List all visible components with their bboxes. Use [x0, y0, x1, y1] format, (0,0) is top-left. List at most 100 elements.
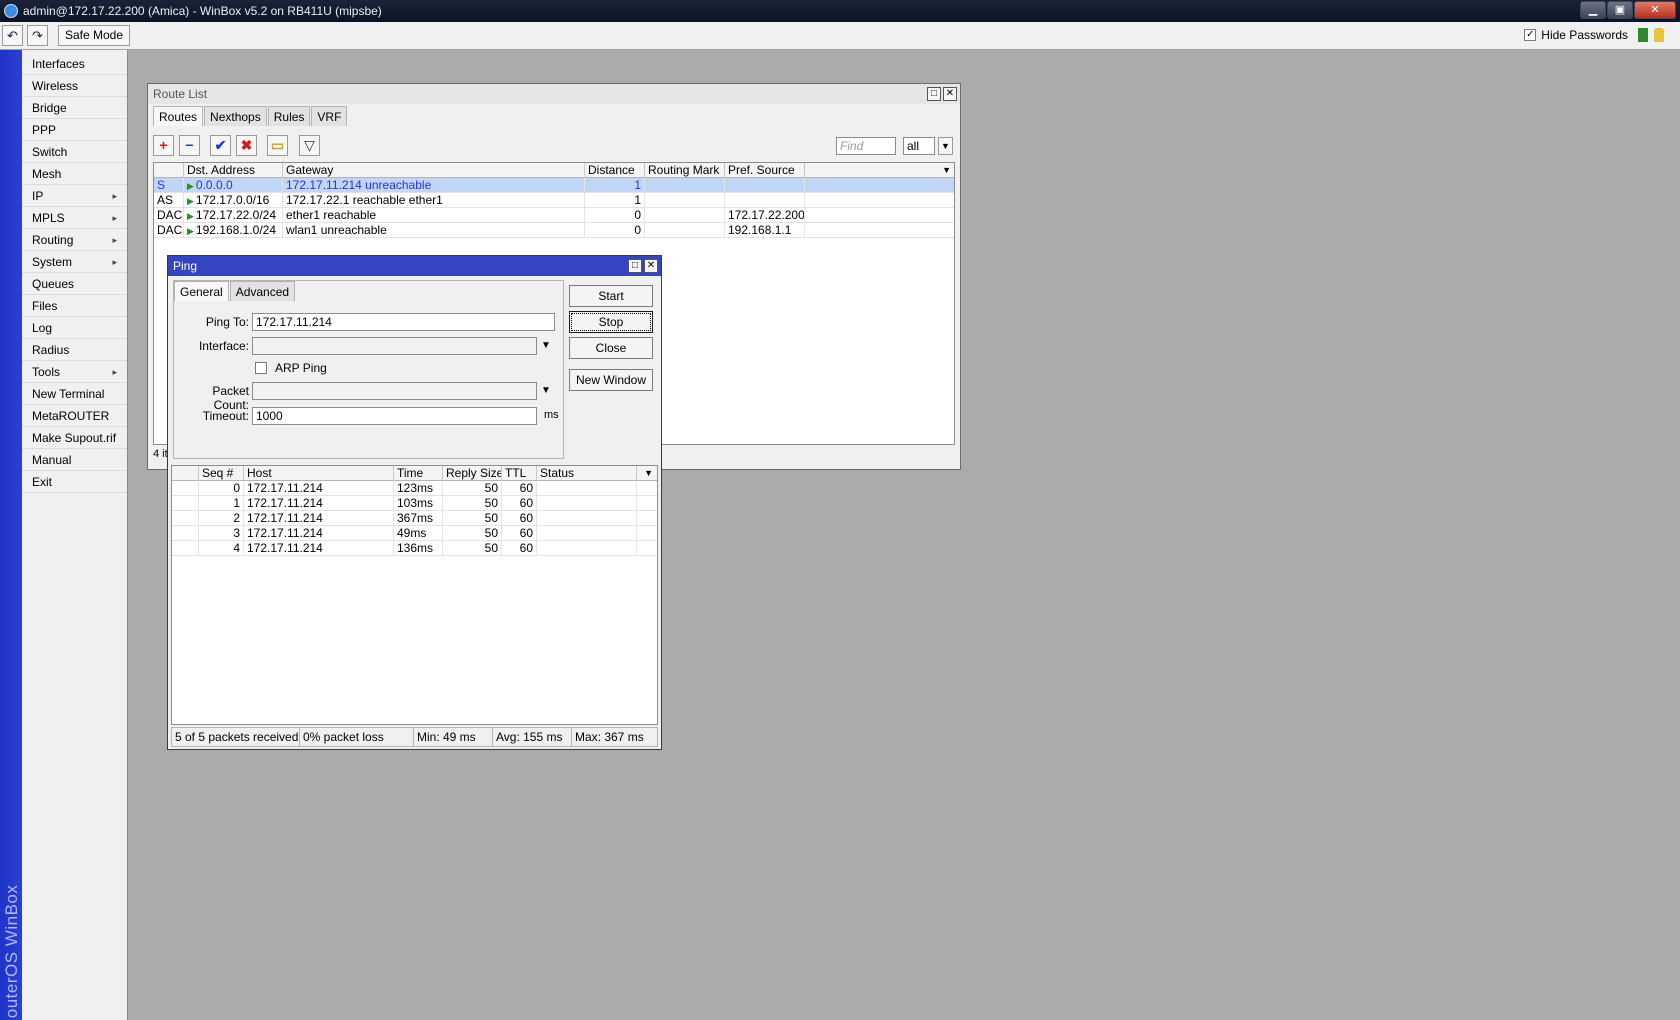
sidebar-item-ppp[interactable]: PPP: [22, 119, 127, 141]
col-status[interactable]: Status: [537, 466, 637, 481]
find-input[interactable]: Find: [836, 137, 896, 155]
ping-cell-host: 172.17.11.214: [244, 526, 394, 541]
ping-close-icon[interactable]: ✕: [644, 259, 658, 273]
sidebar-item-manual[interactable]: Manual: [22, 449, 127, 471]
interface-select[interactable]: [252, 337, 537, 355]
ping-maximize-icon[interactable]: □: [628, 259, 642, 273]
table-row[interactable]: AS ▶ 172.17.0.0/16 172.17.22.1 reachable et…: [154, 193, 954, 208]
route-cell-mark: [645, 193, 725, 208]
tab-nexthops[interactable]: Nexthops: [204, 106, 267, 126]
filter-select[interactable]: all: [903, 137, 935, 155]
sidebar-item-bridge[interactable]: Bridge: [22, 97, 127, 119]
new-window-button[interactable]: New Window: [569, 369, 653, 391]
sidebar-item-new-terminal[interactable]: New Terminal: [22, 383, 127, 405]
sidebar-item-switch[interactable]: Switch: [22, 141, 127, 163]
ping-result-row[interactable]: 0 172.17.11.214 123ms 50 60: [172, 481, 657, 496]
tab-rules[interactable]: Rules: [267, 106, 311, 126]
start-button[interactable]: Start: [569, 285, 653, 307]
submenu-arrow-icon: ▸: [112, 257, 117, 267]
interface-dropdown-icon[interactable]: ▼: [541, 340, 551, 351]
undo-icon[interactable]: ↶: [2, 25, 23, 46]
close-window-button[interactable]: ✕: [1634, 1, 1676, 19]
route-list-maximize-icon[interactable]: □: [927, 87, 941, 101]
loss-status: 0% packet loss: [300, 728, 414, 747]
submenu-arrow-icon: ▸: [112, 235, 117, 245]
ping-cell-seq: 1: [199, 496, 244, 511]
sidebar-item-log[interactable]: Log: [22, 317, 127, 339]
sidebar-item-mpls[interactable]: MPLS ▸: [22, 207, 127, 229]
ping-to-input[interactable]: 172.17.11.214: [252, 313, 555, 331]
col-reply-size[interactable]: Reply Size: [443, 466, 502, 481]
ping-result-row[interactable]: 3 172.17.11.214 49ms 50 60: [172, 526, 657, 541]
sidebar-item-radius[interactable]: Radius: [22, 339, 127, 361]
col-gateway[interactable]: Gateway: [283, 163, 585, 178]
route-cell-mark: [645, 223, 725, 238]
min-status: Min: 49 ms: [414, 728, 493, 747]
table-row[interactable]: DAC ▶ 192.168.1.0/24 wlan1 unreachable 0 192.…: [154, 223, 954, 238]
maximize-button[interactable]: ▣: [1607, 1, 1633, 19]
sidebar-item-label: New Terminal: [32, 387, 105, 401]
ping-cell-status: [537, 496, 637, 511]
col-host[interactable]: Host: [244, 466, 394, 481]
ping-cell-ttl: 60: [502, 526, 537, 541]
col-routing-mark[interactable]: Routing Mark: [645, 163, 725, 178]
sidebar-item-metarouter[interactable]: MetaROUTER: [22, 405, 127, 427]
enable-route-button[interactable]: ✔: [210, 135, 231, 156]
packet-count-input[interactable]: [252, 382, 537, 400]
ping-result-row[interactable]: 2 172.17.11.214 367ms 50 60: [172, 511, 657, 526]
stop-button[interactable]: Stop: [569, 311, 653, 333]
col-seq[interactable]: Seq #: [199, 466, 244, 481]
ping-cell-host: 172.17.11.214: [244, 511, 394, 526]
col-time[interactable]: Time: [394, 466, 443, 481]
sidebar-item-tools[interactable]: Tools ▸: [22, 361, 127, 383]
hide-passwords-label: Hide Passwords: [1541, 28, 1628, 42]
columns-menu-icon[interactable]: ▼: [942, 163, 951, 177]
disable-route-button[interactable]: ✖: [236, 135, 257, 156]
filter-icon[interactable]: ▽: [299, 135, 320, 156]
sidebar-item-interfaces[interactable]: Interfaces: [22, 53, 127, 75]
safe-mode-button[interactable]: Safe Mode: [58, 25, 130, 46]
route-cell-flags: S: [154, 178, 184, 193]
comment-button[interactable]: ▭: [267, 135, 288, 156]
arp-ping-checkbox[interactable]: [255, 362, 267, 374]
redo-icon[interactable]: ↷: [27, 25, 48, 46]
col-pref-source[interactable]: Pref. Source: [725, 163, 805, 178]
sidebar-item-files[interactable]: Files: [22, 295, 127, 317]
tab-advanced[interactable]: Advanced: [229, 281, 296, 301]
sidebar-item-system[interactable]: System ▸: [22, 251, 127, 273]
ping-result-row[interactable]: 4 172.17.11.214 136ms 50 60: [172, 541, 657, 556]
col-ttl[interactable]: TTL: [502, 466, 537, 481]
close-button[interactable]: Close: [569, 337, 653, 359]
sidebar-item-label: Manual: [32, 453, 72, 467]
sidebar-item-label: Mesh: [32, 167, 62, 181]
ping-cell-status: [537, 481, 637, 496]
sidebar-item-exit[interactable]: Exit: [22, 471, 127, 493]
sidebar-item-queues[interactable]: Queues: [22, 273, 127, 295]
table-row[interactable]: DAC ▶ 172.17.22.0/24 ether1 reachable 0 172.1…: [154, 208, 954, 223]
sidebar-item-routing[interactable]: Routing ▸: [22, 229, 127, 251]
remove-route-button[interactable]: −: [179, 135, 200, 156]
route-list-close-icon[interactable]: ✕: [943, 87, 957, 101]
tab-general[interactable]: General: [174, 281, 229, 301]
ping-cell-size: 50: [443, 496, 502, 511]
col-dst-address[interactable]: Dst. Address: [184, 163, 283, 178]
max-status: Max: 367 ms: [575, 730, 644, 744]
col-distance[interactable]: Distance: [585, 163, 645, 178]
add-route-button[interactable]: +: [153, 135, 174, 156]
filter-dropdown-icon[interactable]: ▼: [938, 137, 953, 155]
sidebar-item-ip[interactable]: IP ▸: [22, 185, 127, 207]
ping-tabs: General Advanced: [174, 281, 563, 301]
packet-count-dropdown-icon[interactable]: ▼: [541, 385, 551, 396]
ping-result-row[interactable]: 1 172.17.11.214 103ms 50 60: [172, 496, 657, 511]
sidebar-item-wireless[interactable]: Wireless: [22, 75, 127, 97]
hide-passwords-checkbox[interactable]: ✓: [1524, 29, 1537, 41]
hide-passwords-toggle[interactable]: ✓ Hide Passwords: [1524, 28, 1628, 42]
tab-vrf[interactable]: VRF: [311, 106, 348, 126]
sidebar-item-mesh[interactable]: Mesh: [22, 163, 127, 185]
ping-columns-menu-icon[interactable]: ▼: [644, 466, 653, 480]
timeout-input[interactable]: 1000: [252, 407, 537, 425]
sidebar-item-make-supout-rif[interactable]: Make Supout.rif: [22, 427, 127, 449]
tab-routes[interactable]: Routes: [153, 106, 204, 126]
minimize-button[interactable]: ▁: [1580, 1, 1606, 19]
table-row[interactable]: S ▶ 0.0.0.0 172.17.11.214 unreachable 1: [154, 178, 954, 193]
